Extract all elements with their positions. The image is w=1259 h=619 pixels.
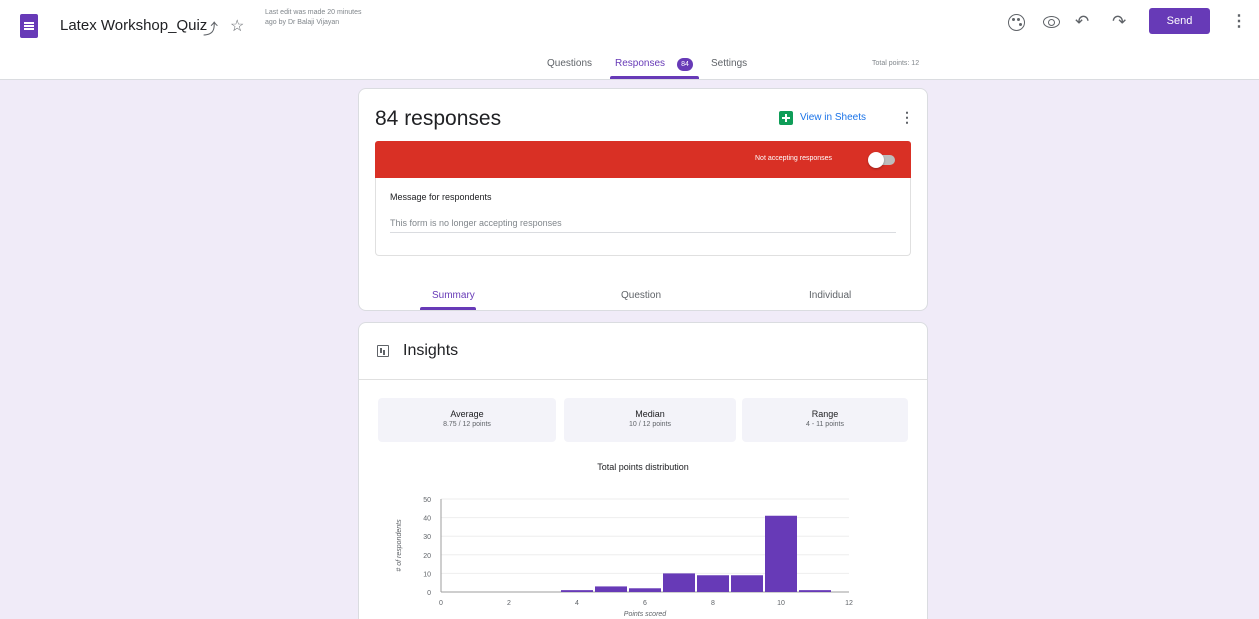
send-button[interactable]: Send	[1149, 8, 1210, 34]
preview-eye-icon[interactable]	[1043, 16, 1060, 28]
bar-points-5	[595, 586, 627, 592]
bar-points-7	[663, 573, 695, 592]
x-tick-label: 8	[711, 600, 715, 607]
view-in-sheets-link[interactable]: View in Sheets	[800, 112, 866, 123]
undo-icon[interactable]: ↶	[1075, 12, 1089, 32]
chart-title: Total points distribution	[597, 462, 689, 472]
median-label: Median	[635, 409, 665, 419]
median-value: 10 / 12 points	[628, 421, 672, 428]
y-tick-label: 0	[427, 590, 431, 597]
insights-title: Insights	[403, 342, 459, 359]
responses-summary-card: 84 responses View in Sheets ⋮ Not accept…	[358, 88, 928, 311]
insights-chart-icon	[377, 345, 389, 357]
active-subtab-indicator	[420, 307, 476, 310]
not-accepting-label: Not accepting responses	[755, 155, 833, 162]
responses-more-icon[interactable]: ⋮	[900, 109, 914, 126]
last-edit-text[interactable]: Last edit was made 20 minutes ago by Dr …	[265, 8, 375, 28]
not-accepting-banner: Not accepting responses	[375, 141, 911, 178]
toggle-knob[interactable]	[868, 152, 884, 168]
tab-settings[interactable]: Settings	[711, 58, 747, 69]
x-tick-label: 4	[575, 600, 579, 607]
message-input[interactable]: This form is no longer accepting respons…	[390, 218, 562, 228]
range-label: Range	[811, 409, 839, 419]
range-value: 4 - 11 points	[805, 421, 844, 428]
responses-count-badge: 84	[677, 58, 693, 71]
y-tick-label: 50	[423, 497, 431, 504]
tab-responses[interactable]: Responses	[615, 58, 665, 69]
response-count: 84 responses	[375, 107, 502, 130]
message-input-underline	[390, 232, 896, 233]
average-value: 8.75 / 12 points	[443, 421, 491, 428]
y-tick-label: 10	[423, 571, 431, 578]
y-tick-label: 30	[423, 534, 431, 541]
average-label: Average	[450, 409, 484, 419]
bar-points-4	[561, 590, 593, 592]
insights-divider	[359, 379, 927, 380]
y-tick-label: 40	[423, 516, 431, 523]
move-to-folder-icon[interactable]: ⤴	[203, 18, 218, 39]
bar-points-6	[629, 588, 661, 592]
forms-logo-icon[interactable]	[20, 14, 38, 38]
median-stat: Median 10 / 12 points	[564, 398, 736, 442]
average-stat: Average 8.75 / 12 points	[378, 398, 556, 442]
tab-questions[interactable]: Questions	[547, 58, 592, 69]
points-distribution-chart: 0 10 20 30 40 50 0 2 4 6 8 10 12 Points scored # of re…	[396, 497, 853, 618]
y-tick-label: 20	[423, 553, 431, 560]
subtab-question[interactable]: Question	[621, 290, 661, 301]
x-tick-label: 0	[439, 600, 443, 607]
more-options-icon[interactable]: ⋮	[1231, 11, 1247, 31]
sheets-icon[interactable]	[779, 111, 793, 125]
subtab-summary[interactable]: Summary	[432, 290, 475, 301]
x-tick-label: 2	[507, 600, 511, 607]
bar-points-10	[765, 515, 797, 592]
message-for-respondents-box: Message for respondents This form is no …	[375, 178, 911, 256]
range-stat: Range 4 - 11 points	[742, 398, 908, 442]
active-tab-indicator	[610, 76, 699, 79]
redo-icon[interactable]: ↷	[1112, 12, 1126, 32]
total-points-text: Total points: 12	[872, 60, 920, 67]
document-title[interactable]: Latex Workshop_Quiz	[60, 17, 207, 34]
x-tick-label: 10	[777, 600, 785, 607]
message-title: Message for respondents	[390, 192, 492, 202]
bar-points-11	[799, 590, 831, 592]
x-axis-label: Points scored	[624, 611, 668, 618]
insights-card: Insights Average 8.75 / 12 points Median…	[358, 322, 928, 619]
x-tick-label: 12	[845, 600, 853, 607]
star-icon[interactable]: ☆	[230, 16, 244, 36]
bar-points-9	[731, 575, 763, 592]
app-header: Latex Workshop_Quiz ⤴ ☆ Last edit was ma…	[0, 0, 1259, 80]
y-axis-label: # of respondents	[396, 519, 403, 572]
palette-icon[interactable]	[1008, 14, 1025, 31]
x-tick-label: 6	[643, 600, 647, 607]
bar-points-8	[697, 575, 729, 592]
subtab-individual[interactable]: Individual	[809, 290, 851, 301]
